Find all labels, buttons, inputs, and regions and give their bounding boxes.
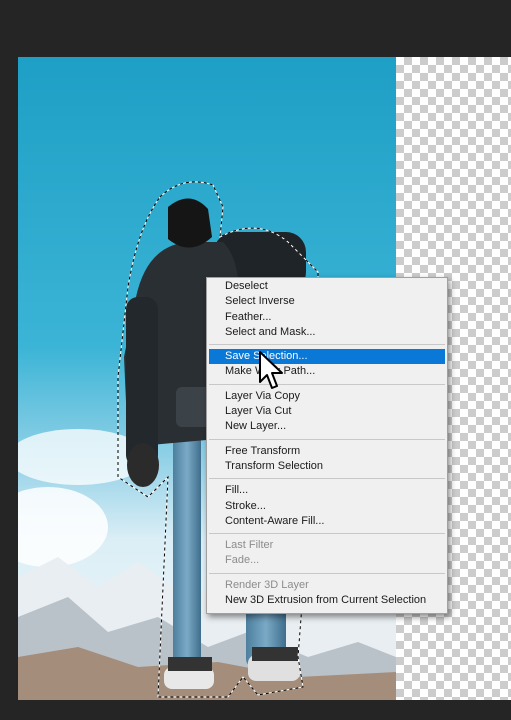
menu-item-fill[interactable]: Fill... bbox=[207, 483, 447, 498]
context-menu: Deselect Select Inverse Feather... Select a… bbox=[206, 277, 448, 614]
menu-item-deselect[interactable]: Deselect bbox=[207, 279, 447, 294]
menu-separator bbox=[209, 344, 445, 346]
menu-item-fade: Fade... bbox=[225, 554, 260, 567]
menu-item-stroke[interactable]: Stroke... bbox=[207, 499, 447, 514]
menu-item-free-transform[interactable]: Free Transform bbox=[207, 444, 447, 459]
menu-item-new-layer[interactable]: New Layer... bbox=[207, 419, 447, 434]
menu-item-new-3d-extrusion-from-current-selection[interactable]: New 3D Extrusion from Current Selection bbox=[207, 593, 447, 608]
menu-separator bbox=[209, 438, 445, 440]
menu-separator bbox=[209, 478, 445, 480]
menu-item-layer-via-copy[interactable]: Layer Via Copy bbox=[207, 389, 447, 404]
menu-item-transform-selection[interactable]: Transform Selection bbox=[207, 459, 447, 474]
menu-separator bbox=[209, 383, 445, 385]
menu-separator bbox=[209, 533, 445, 535]
arrow-pointer-icon bbox=[259, 351, 283, 389]
menu-item-feather[interactable]: Feather... bbox=[207, 310, 447, 325]
menu-item-content-aware-fill[interactable]: Content-Aware Fill... bbox=[207, 514, 447, 529]
menu-item-select-inverse[interactable]: Select Inverse bbox=[207, 294, 447, 309]
menu-item-layer-via-cut[interactable]: Layer Via Cut bbox=[207, 404, 447, 419]
menu-item-make-work-path[interactable]: Make Work Path... bbox=[207, 364, 447, 379]
menu-item-select-and-mask[interactable]: Select and Mask... bbox=[207, 325, 447, 340]
menu-item-render-3d-layer: Render 3D Layer bbox=[225, 578, 309, 591]
menu-item-last-filter: Last Filter bbox=[225, 539, 274, 552]
menu-item-save-selection[interactable]: Save Selection... bbox=[209, 349, 445, 365]
menu-separator bbox=[209, 572, 445, 574]
